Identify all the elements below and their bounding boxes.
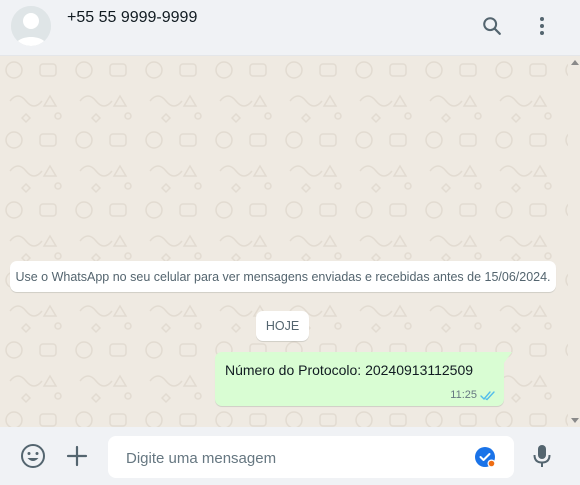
contact-name[interactable]: +55 55 9999-9999 [67, 9, 197, 27]
emoji-icon [21, 444, 45, 468]
message-text: Número do Protocolo: 20240913112509 [225, 362, 474, 378]
date-divider: HOJE [256, 311, 309, 341]
outgoing-message-bubble[interactable]: Número do Protocolo: 20240913112509 11:2… [215, 352, 512, 406]
scroll-up-arrow[interactable] [571, 60, 579, 65]
chat-header: +55 55 9999-9999 [0, 0, 580, 56]
double-check-read-icon [480, 390, 495, 400]
chat-scrollbar[interactable] [568, 56, 580, 427]
date-label: HOJE [265, 319, 300, 333]
message-area[interactable]: Use o WhatsApp no seu celular para ver m… [0, 56, 580, 427]
bubble-tail [504, 352, 512, 363]
grammarly-check-icon[interactable] [474, 446, 496, 468]
attach-button[interactable] [64, 443, 90, 469]
message-time: 11:25 [450, 389, 477, 401]
contact-avatar[interactable] [11, 6, 51, 46]
emoji-button[interactable] [20, 443, 46, 469]
menu-button[interactable] [530, 12, 554, 40]
message-input[interactable] [124, 436, 468, 480]
scroll-down-arrow[interactable] [571, 418, 579, 423]
system-notice-text: Use o WhatsApp no seu celular para ver m… [15, 269, 551, 284]
default-avatar-icon [11, 6, 51, 46]
plus-icon [66, 445, 88, 467]
voice-message-button[interactable] [529, 443, 555, 469]
system-notice: Use o WhatsApp no seu celular para ver m… [10, 261, 556, 292]
microphone-icon [533, 445, 551, 467]
kebab-menu-icon [540, 17, 544, 35]
composer-bar [0, 427, 580, 485]
message-meta: 11:25 [450, 389, 496, 401]
search-icon [483, 17, 501, 35]
message-input-container[interactable] [108, 436, 514, 480]
search-button[interactable] [480, 12, 504, 40]
